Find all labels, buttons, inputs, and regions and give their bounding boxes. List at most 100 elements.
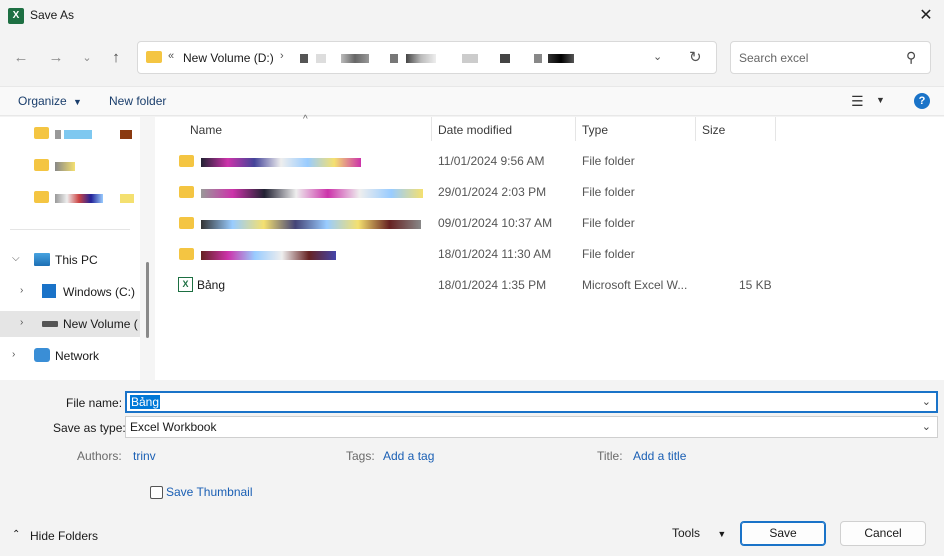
add-title-link[interactable]: Add a title <box>633 449 686 463</box>
nav-item-folder[interactable] <box>0 152 140 178</box>
chevron-up-icon[interactable]: ⌃ <box>12 529 20 540</box>
cancel-button[interactable]: Cancel <box>840 521 926 546</box>
double-chevron-left-icon[interactable]: « <box>168 50 174 62</box>
nav-item-new-volume[interactable]: › New Volume (D:) <box>0 311 140 337</box>
hide-folders-button[interactable]: Hide Folders <box>30 529 98 543</box>
file-row[interactable]: X Bảng 18/01/2024 1:35 PM Microsoft Exce… <box>155 270 944 301</box>
refresh-button[interactable]: ↻ <box>689 48 702 66</box>
view-options-button[interactable]: ☰ <box>851 93 864 110</box>
file-date: 18/01/2024 11:30 AM <box>438 247 552 261</box>
chevron-right-icon[interactable]: › <box>280 50 284 62</box>
save-type-label: Save as type: <box>53 421 126 435</box>
file-type: File folder <box>582 216 635 230</box>
nav-item-folder[interactable] <box>0 120 140 146</box>
sort-ascending-icon: ^ <box>303 114 308 125</box>
close-button[interactable]: ✕ <box>914 6 938 26</box>
obscured-label <box>55 162 75 171</box>
tools-button[interactable]: Tools ▼ <box>672 526 726 540</box>
folder-icon <box>179 186 194 198</box>
chevron-down-icon[interactable]: ⌵ <box>12 253 20 264</box>
excel-icon: X <box>8 8 24 24</box>
obscured-name <box>201 158 361 167</box>
save-button[interactable]: Save <box>740 521 826 546</box>
navigation-pane: ⌵ This PC › Windows (C:) › New Volume (D… <box>0 117 155 380</box>
nav-item-folder[interactable] <box>0 184 140 210</box>
file-list: Name ^ Date modified Type Size 11/01/202… <box>155 114 944 380</box>
column-divider[interactable] <box>695 117 696 141</box>
help-icon: ? <box>918 95 926 107</box>
authors-label: Authors: <box>77 449 122 463</box>
save-thumbnail-checkbox[interactable] <box>150 486 163 499</box>
add-tag-link[interactable]: Add a tag <box>383 449 434 463</box>
up-button[interactable]: ↑ <box>103 45 129 71</box>
breadcrumb-root[interactable]: New Volume (D:) <box>183 51 274 65</box>
file-name-label: File name: <box>66 396 123 410</box>
file-row[interactable]: 18/01/2024 11:30 AM File folder <box>155 239 944 270</box>
file-row[interactable]: 11/01/2024 9:56 AM File folder <box>155 146 944 177</box>
file-row[interactable]: 09/01/2024 10:37 AM File folder <box>155 208 944 239</box>
folder-icon <box>34 159 49 171</box>
nav-item-this-pc[interactable]: ⌵ This PC <box>0 247 140 273</box>
tags-label: Tags: <box>346 449 375 463</box>
address-history-button[interactable]: ⌄ <box>653 50 662 63</box>
new-folder-button[interactable]: New folder <box>109 94 166 108</box>
column-divider[interactable] <box>575 117 576 141</box>
obscured-name <box>201 251 336 260</box>
help-button[interactable]: ? <box>914 93 930 109</box>
list-view-icon: ☰ <box>851 93 864 109</box>
forward-button[interactable]: → <box>43 45 69 71</box>
column-header-name[interactable]: Name <box>190 123 222 137</box>
close-icon: ✕ <box>919 7 933 24</box>
search-icon[interactable]: ⚲ <box>906 49 916 66</box>
authors-value[interactable]: trinv <box>133 449 156 463</box>
folder-icon <box>34 191 49 203</box>
file-name-value[interactable]: Bảng <box>130 395 161 409</box>
file-type: File folder <box>582 247 635 261</box>
column-header-size[interactable]: Size <box>702 123 725 137</box>
column-header-type[interactable]: Type <box>582 123 608 137</box>
chevron-right-icon[interactable]: › <box>20 285 23 296</box>
tools-label: Tools <box>672 526 701 540</box>
caret-down-icon[interactable]: ▼ <box>876 95 885 105</box>
obscured-label <box>120 130 132 139</box>
chevron-down-icon: ⌄ <box>82 52 92 64</box>
column-divider[interactable] <box>431 117 432 141</box>
caret-down-icon: ▼ <box>73 97 82 107</box>
file-name-field[interactable]: Bảng ⌄ <box>125 391 938 413</box>
file-date: 09/01/2024 10:37 AM <box>438 216 553 230</box>
address-bar[interactable]: « New Volume (D:) › ⌄ ↻ <box>137 41 717 74</box>
obscured-crumb <box>462 54 478 63</box>
chevron-down-icon[interactable]: ⌄ <box>922 395 931 408</box>
back-button[interactable]: ← <box>8 45 34 71</box>
organize-button[interactable]: Organize ▼ <box>18 94 82 108</box>
obscured-label <box>55 130 61 139</box>
organize-label: Organize <box>18 94 67 108</box>
nav-scroll-thumb[interactable] <box>146 262 149 338</box>
recent-locations-button[interactable]: ⌄ <box>74 45 100 71</box>
obscured-label <box>55 194 103 203</box>
arrow-left-icon: ← <box>13 49 29 66</box>
obscured-crumb <box>500 54 510 63</box>
column-divider[interactable] <box>775 117 776 141</box>
search-box[interactable]: Search excel ⚲ <box>730 41 931 74</box>
save-type-select[interactable]: Excel Workbook ⌄ <box>125 416 938 438</box>
folder-icon <box>179 155 194 167</box>
save-thumbnail-label[interactable]: Save Thumbnail <box>166 485 253 499</box>
arrow-right-icon: → <box>48 49 64 66</box>
nav-item-windows-c[interactable]: › Windows (C:) <box>0 279 140 305</box>
search-input[interactable]: Search excel <box>739 51 808 65</box>
obscured-crumb <box>316 54 326 63</box>
obscured-name <box>201 189 423 198</box>
chevron-right-icon[interactable]: › <box>20 317 23 328</box>
obscured-label <box>120 194 134 203</box>
nav-item-network[interactable]: › Network <box>0 343 140 369</box>
chevron-right-icon[interactable]: › <box>12 349 15 360</box>
obscured-crumb <box>300 54 308 63</box>
file-row[interactable]: 29/01/2024 2:03 PM File folder <box>155 177 944 208</box>
divider <box>10 229 130 230</box>
column-header-date[interactable]: Date modified <box>438 123 512 137</box>
chevron-down-icon[interactable]: ⌄ <box>922 420 931 433</box>
obscured-crumb <box>341 54 369 63</box>
nav-scrollbar[interactable] <box>140 117 155 380</box>
command-bar: Organize ▼ New folder ☰ ▼ ? <box>0 86 944 116</box>
